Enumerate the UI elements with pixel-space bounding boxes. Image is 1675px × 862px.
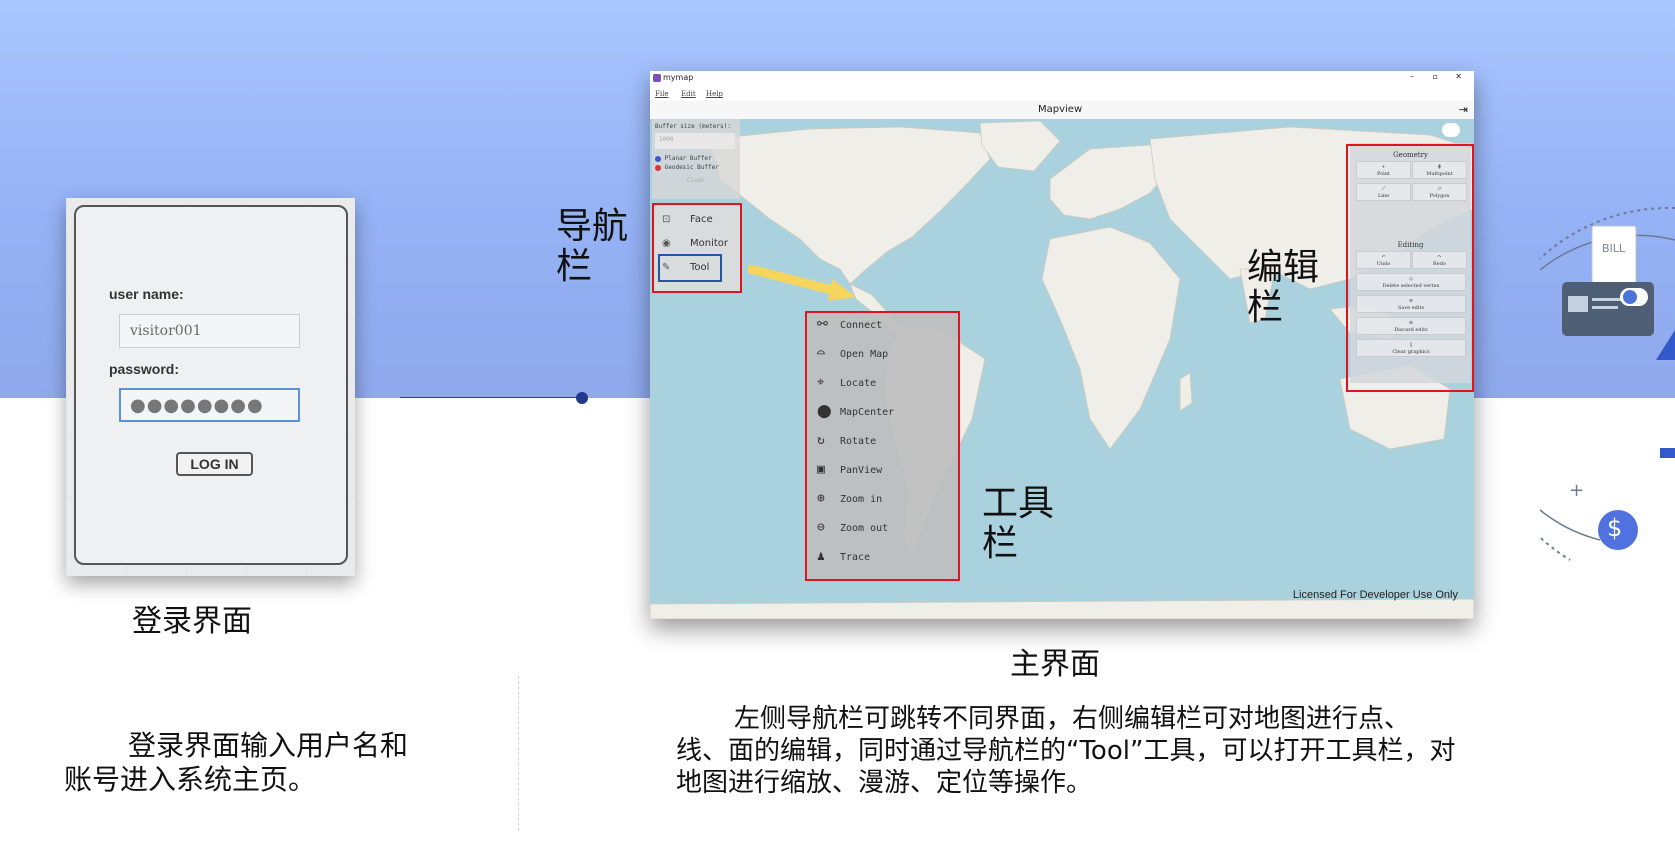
login-button[interactable]: LOG IN [176,452,253,476]
main-app-window: mymap – ▫ ✕ File Edit Help Mapview ⇥ Buf… [650,71,1474,619]
tool-highlight-box [658,254,722,282]
geodesic-dot-icon [655,164,661,171]
buffer-size-label: Buffer size (meters): [655,123,731,130]
menu-bar: File Edit Help [650,87,1474,101]
main-caption: 主界面 [1010,647,1100,682]
buffer-clear-button[interactable]: Clear [676,177,716,189]
login-caption: 登录界面 [132,604,252,639]
edit-highlight-box [1346,144,1474,392]
exit-icon[interactable]: ⇥ [1459,103,1468,116]
window-title: mymap [663,73,694,82]
view-header: Mapview ⇥ [650,101,1474,119]
geodesic-buffer-option[interactable]: Geodesic Buffer [655,164,719,171]
pointer-arrow [748,265,856,301]
planar-buffer-option[interactable]: Planar Buffer [655,155,712,162]
menu-help[interactable]: Help [706,90,723,98]
close-button[interactable]: ✕ [1455,72,1462,81]
divider-line [400,397,582,398]
minimize-button[interactable]: – [1410,72,1414,81]
username-input[interactable]: visitor001 [119,314,300,348]
bill-text: BILL [1602,242,1626,255]
plus-icon: + [1569,480,1585,501]
license-text: Licensed For Developer Use Only [1292,589,1458,601]
username-label: user name: [109,286,184,302]
view-title: Mapview [1038,104,1083,115]
menu-edit[interactable]: Edit [681,90,696,98]
planar-buffer-label: Planar Buffer [664,155,712,162]
edit-label: 编辑栏 [1247,247,1320,328]
vertical-dashed-divider [518,676,519,831]
dollar-icon: $ [1607,514,1623,542]
buffer-panel: Buffer size (meters): 1000 Planar Buffer… [652,119,740,199]
login-description: 登录界面输入用户名和账号进入系统主页。 [64,729,409,796]
toggle-switch[interactable] [1442,123,1460,137]
login-screenshot: user name: visitor001 password: ●●●●●●●●… [66,198,355,576]
password-input[interactable]: ●●●●●●●● [119,388,300,422]
toolbar-highlight-box [805,311,960,581]
menu-file[interactable]: File [655,90,668,98]
window-titlebar: mymap – ▫ ✕ [650,71,1474,87]
finance-decoration: BILL $ + [1478,180,1675,580]
password-label: password: [109,361,180,377]
main-description: 左侧导航栏可跳转不同界面，右侧编辑栏可对地图进行点、线、面的编辑，同时通过导航栏… [676,704,1456,798]
nav-label: 导航栏 [556,206,629,287]
app-logo-icon [653,74,661,82]
login-form: user name: visitor001 password: ●●●●●●●●… [74,205,348,565]
divider-dot [576,392,588,404]
maximize-button[interactable]: ▫ [1433,72,1438,81]
toolbar-label: 工具栏 [982,483,1055,564]
planar-dot-icon [655,155,661,162]
geodesic-buffer-label: Geodesic Buffer [664,164,719,171]
buffer-size-input[interactable]: 1000 [655,133,735,149]
